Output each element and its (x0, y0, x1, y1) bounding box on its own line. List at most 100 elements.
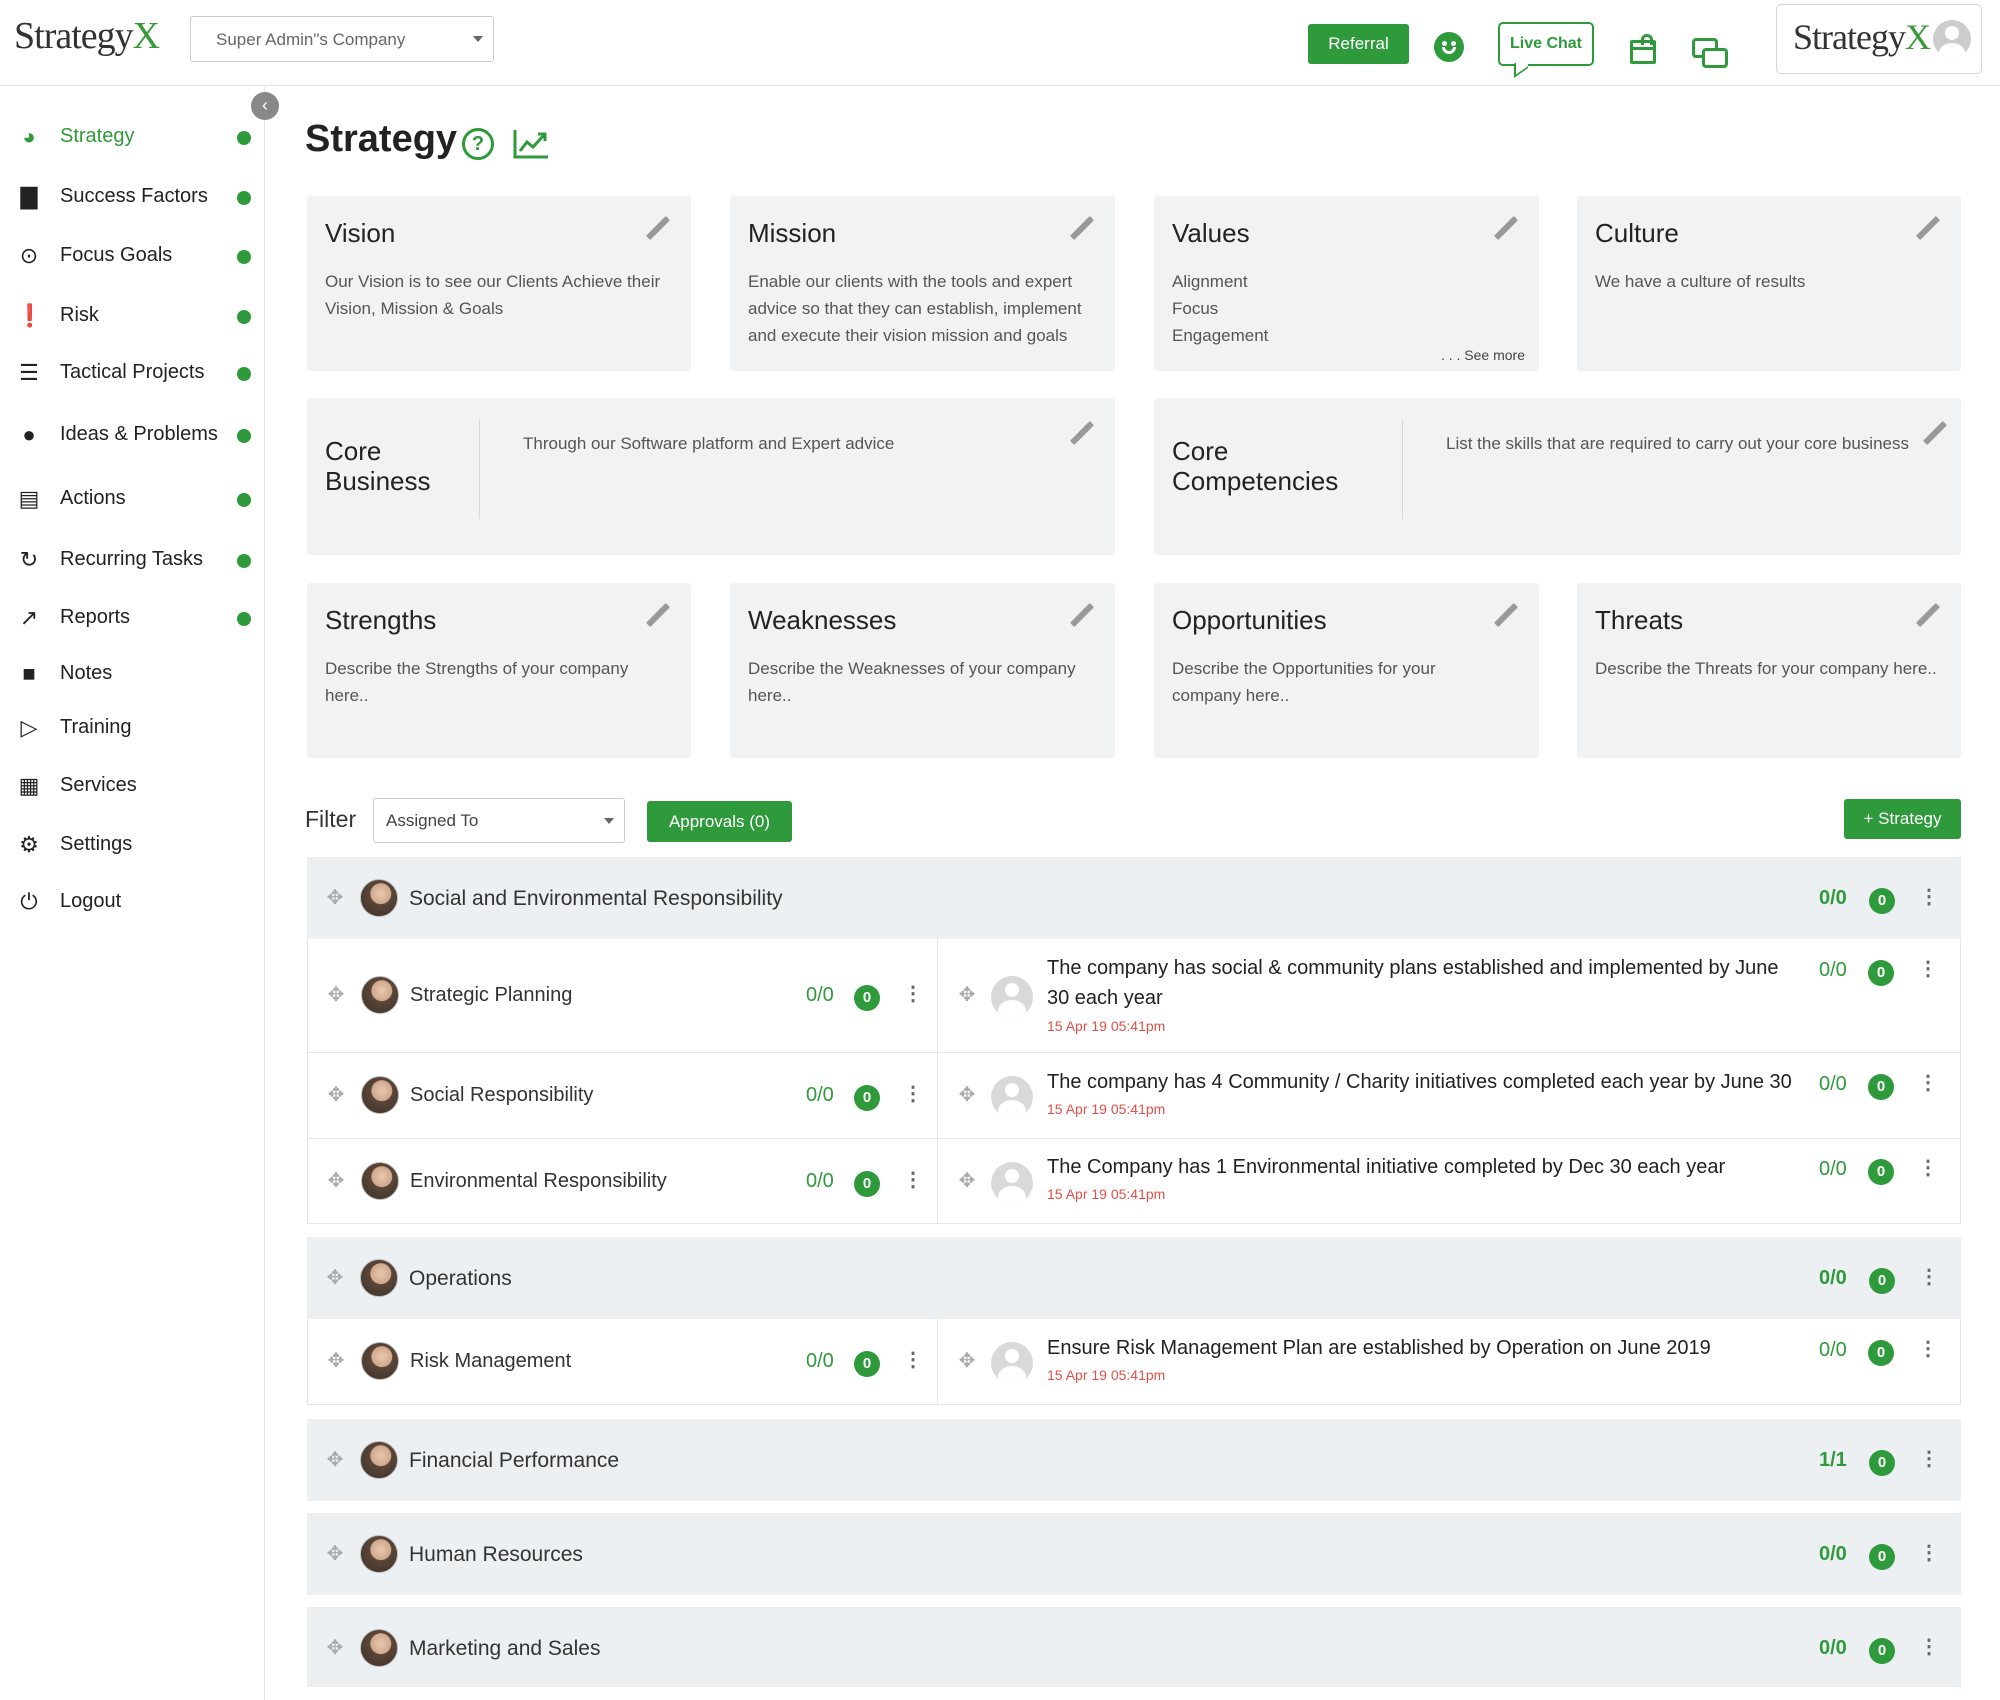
help-icon[interactable]: ? (462, 128, 494, 160)
kebab-menu-icon[interactable]: ⋮ (903, 1170, 923, 1190)
sidebar-item-success-factors[interactable]: ▇ Success Factors (0, 176, 265, 216)
drag-handle-icon[interactable]: ✥ (325, 1268, 345, 1288)
page-title: Strategy (305, 118, 458, 160)
sidebar-item-training[interactable]: ▷ Training (0, 707, 265, 747)
edit-pencil-icon[interactable] (1915, 603, 1939, 627)
edit-pencil-icon[interactable] (1915, 216, 1939, 240)
edit-pencil-icon[interactable] (1069, 603, 1093, 627)
sidebar-item-focus-goals[interactable]: ⊙ Focus Goals (0, 235, 265, 275)
values-card: Values Alignment Focus Engagement . . . … (1154, 196, 1539, 371)
referral-button[interactable]: Referral (1308, 24, 1409, 64)
item-title[interactable]: Risk Management (410, 1350, 571, 1373)
strategy-item-row: ✥ Social Responsibility 0/0 0 ⋮ ✥ The co… (307, 1053, 1961, 1139)
card-title: Vision (325, 218, 396, 248)
collapse-sidebar-button[interactable]: ‹ (251, 92, 279, 120)
kebab-menu-icon[interactable]: ⋮ (1918, 1339, 1938, 1359)
strategy-group[interactable]: ✥ Human Resources 0/0 0 ⋮ (307, 1513, 1961, 1595)
drag-handle-icon[interactable]: ✥ (957, 1351, 977, 1371)
drag-handle-icon[interactable]: ✥ (957, 985, 977, 1005)
see-more-link[interactable]: . . . See more (1441, 347, 1525, 363)
gift-icon[interactable] (1630, 34, 1656, 64)
drag-handle-icon[interactable]: ✥ (326, 1171, 346, 1191)
goal-text[interactable]: Ensure Risk Management Plan are establis… (1047, 1333, 1807, 1363)
strategy-group[interactable]: ✥ Marketing and Sales 0/0 0 ⋮ (307, 1607, 1961, 1687)
edit-pencil-icon[interactable] (1922, 421, 1946, 445)
sidebar-item-logout[interactable]: ⏻ Logout (0, 881, 265, 921)
edit-pencil-icon[interactable] (1493, 603, 1517, 627)
kebab-menu-icon[interactable]: ⋮ (1919, 1543, 1939, 1563)
drag-handle-icon[interactable]: ✥ (325, 1638, 345, 1658)
sidebar-item-reports[interactable]: ↗ Reports (0, 597, 265, 637)
item-title[interactable]: Strategic Planning (410, 984, 572, 1007)
kebab-menu-icon[interactable]: ⋮ (1919, 1267, 1939, 1287)
live-chat-button[interactable]: Live Chat (1498, 22, 1594, 66)
group-title[interactable]: Marketing and Sales (409, 1637, 600, 1661)
kebab-menu-icon[interactable]: ⋮ (1919, 887, 1939, 907)
trend-chart-icon[interactable] (512, 128, 550, 160)
sidebar-item-ideas-problems[interactable]: ● Ideas & Problems (0, 414, 265, 454)
strategy-group[interactable]: ✥ Operations 0/0 0 ⋮ (307, 1237, 1961, 1319)
kebab-menu-icon[interactable]: ⋮ (1918, 1158, 1938, 1178)
app-logo[interactable]: StrategyX (14, 14, 160, 58)
owner-avatar (360, 879, 398, 917)
weaknesses-card: Weaknesses Describe the Weaknesses of yo… (730, 583, 1115, 758)
sidebar-item-services[interactable]: ▦ Services (0, 765, 265, 805)
sidebar-item-strategy[interactable]: ◕ Strategy (0, 116, 265, 156)
kebab-menu-icon[interactable]: ⋮ (903, 1350, 923, 1370)
kebab-menu-icon[interactable]: ⋮ (903, 984, 923, 1004)
card-text: Enable our clients with the tools and ex… (748, 272, 1082, 345)
sidebar-item-recurring-tasks[interactable]: ↻ Recurring Tasks (0, 539, 265, 579)
edit-pencil-icon[interactable] (1069, 421, 1093, 445)
kebab-menu-icon[interactable]: ⋮ (1918, 959, 1938, 979)
goal-badge: 0 (1868, 960, 1894, 986)
column-divider (937, 939, 938, 1052)
smiley-icon[interactable] (1434, 32, 1464, 62)
edit-pencil-icon[interactable] (1069, 216, 1093, 240)
drag-handle-icon[interactable]: ✥ (325, 1544, 345, 1564)
group-title[interactable]: Social and Environmental Responsibility (409, 887, 783, 911)
drag-handle-icon[interactable]: ✥ (326, 1085, 346, 1105)
item-title[interactable]: Environmental Responsibility (410, 1170, 667, 1193)
status-dot (237, 429, 251, 443)
drag-handle-icon[interactable]: ✥ (326, 985, 346, 1005)
company-select[interactable]: Super Admin"s Company (190, 16, 494, 62)
kebab-menu-icon[interactable]: ⋮ (1919, 1637, 1939, 1657)
drag-handle-icon[interactable]: ✥ (957, 1085, 977, 1105)
item-title[interactable]: Social Responsibility (410, 1084, 593, 1107)
strategy-group[interactable]: ✥ Social and Environmental Responsibilit… (307, 857, 1961, 939)
sidebar-item-tactical-projects[interactable]: ☰ Tactical Projects (0, 352, 265, 392)
column-divider (937, 1139, 938, 1223)
goal-text[interactable]: The company has 4 Community / Charity in… (1047, 1067, 1807, 1097)
edit-pencil-icon[interactable] (1493, 216, 1517, 240)
owner-avatar (361, 1342, 399, 1380)
lightbulb-icon: ● (22, 422, 36, 447)
assigned-to-select[interactable]: Assigned To (373, 798, 625, 843)
kebab-menu-icon[interactable]: ⋮ (1919, 1449, 1939, 1469)
user-menu[interactable]: StrategyX (1776, 4, 1982, 74)
sidebar-item-notes[interactable]: ■ Notes (0, 653, 265, 693)
sidebar-item-actions[interactable]: ▤ Actions (0, 478, 265, 518)
status-dot (237, 612, 251, 626)
kebab-menu-icon[interactable]: ⋮ (903, 1084, 923, 1104)
sidebar-item-settings[interactable]: ⚙ Settings (0, 824, 265, 864)
goal-score: 0/0 (1819, 1073, 1847, 1095)
edit-pencil-icon[interactable] (645, 603, 669, 627)
drag-handle-icon[interactable]: ✥ (326, 1351, 346, 1371)
tasks-icon: ☰ (19, 360, 39, 385)
add-strategy-button[interactable]: + Strategy (1844, 799, 1961, 839)
drag-handle-icon[interactable]: ✥ (325, 888, 345, 908)
sidebar-item-risk[interactable]: ❗ Risk (0, 295, 265, 335)
drag-handle-icon[interactable]: ✥ (957, 1171, 977, 1191)
group-title[interactable]: Financial Performance (409, 1449, 619, 1473)
sidebar-item-label: Ideas & Problems (60, 423, 218, 445)
approvals-button[interactable]: Approvals (0) (647, 801, 792, 842)
edit-pencil-icon[interactable] (645, 216, 669, 240)
group-title[interactable]: Human Resources (409, 1543, 583, 1567)
goal-text[interactable]: The company has social & community plans… (1047, 953, 1797, 1013)
goal-text[interactable]: The Company has 1 Environmental initiati… (1047, 1152, 1807, 1182)
group-title[interactable]: Operations (409, 1267, 512, 1291)
drag-handle-icon[interactable]: ✥ (325, 1450, 345, 1470)
user-company-logo: StrategyX (1793, 16, 1931, 58)
kebab-menu-icon[interactable]: ⋮ (1918, 1073, 1938, 1093)
strategy-group[interactable]: ✥ Financial Performance 1/1 0 ⋮ (307, 1419, 1961, 1501)
